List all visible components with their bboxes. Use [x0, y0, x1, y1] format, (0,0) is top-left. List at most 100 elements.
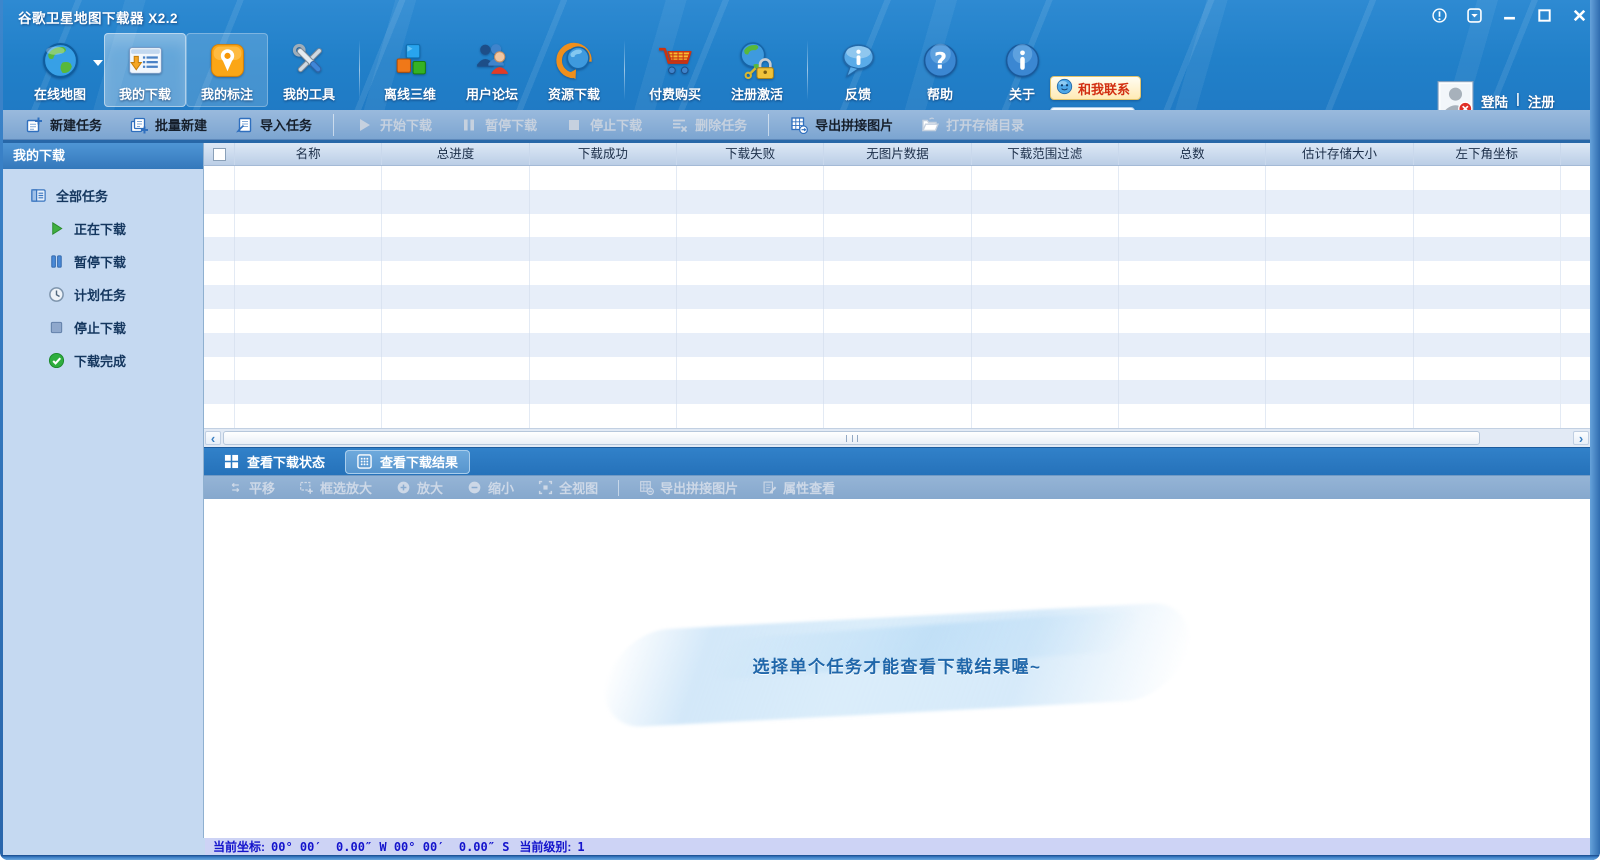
- minimize-button[interactable]: [1498, 6, 1520, 24]
- login-link[interactable]: 登陆: [1481, 91, 1508, 111]
- sidebar-header: 我的下载: [3, 143, 203, 169]
- sidebar-item-downloading[interactable]: 正在下载: [3, 212, 203, 245]
- maximize-button[interactable]: [1533, 6, 1555, 24]
- toolbar-button-my-downloads[interactable]: 我的下载: [104, 33, 186, 107]
- table-cell: [529, 333, 676, 357]
- table-cell: [1413, 380, 1560, 404]
- register-link[interactable]: 注册: [1528, 91, 1555, 111]
- contact-me-label: 和我联系: [1078, 79, 1130, 98]
- scroll-right-arrow-icon[interactable]: ›: [1573, 431, 1589, 445]
- toolbar-button-label: 我的标注: [201, 84, 253, 103]
- table-row[interactable]: [204, 285, 1590, 309]
- toolbar-button-my-tools[interactable]: 我的工具: [268, 33, 350, 107]
- tab-view-download-result[interactable]: 查看下载结果: [345, 450, 470, 474]
- table-cell: [971, 309, 1118, 333]
- close-button[interactable]: [1568, 6, 1590, 24]
- task-button-batch-new[interactable]: 批量新建: [116, 110, 221, 139]
- new-task-icon: [25, 116, 43, 134]
- dropdown-arrow-icon[interactable]: [93, 60, 103, 66]
- table-row[interactable]: [204, 309, 1590, 333]
- task-button-new-task[interactable]: 新建任务: [11, 110, 116, 139]
- horizontal-scrollbar[interactable]: ‹ ›: [204, 428, 1590, 447]
- toolbar-button-register-activate[interactable]: 注册激活: [716, 33, 798, 107]
- tray-button[interactable]: [1463, 6, 1485, 24]
- table-cell: [381, 309, 528, 333]
- table-cell: [1118, 190, 1265, 214]
- toolbar-button-label: 帮助: [927, 84, 953, 103]
- task-button-label: 导入任务: [260, 115, 312, 134]
- table-cell: [1413, 237, 1560, 261]
- tab-view-download-status[interactable]: 查看下载状态: [212, 450, 337, 474]
- sidebar-tree: 全部任务正在下载暂停下载计划任务停止下载下载完成: [3, 169, 203, 377]
- column-header[interactable]: 下载失败: [676, 143, 823, 165]
- table-cell: [823, 214, 970, 238]
- scrollbar-thumb[interactable]: [223, 431, 1480, 445]
- table-cell-end: [1560, 404, 1590, 428]
- column-header[interactable]: 估计存储大小: [1265, 143, 1412, 165]
- toolbar-button-my-annotations[interactable]: 我的标注: [186, 33, 268, 107]
- minimize-icon: [1503, 9, 1516, 22]
- task-button-import-task[interactable]: 导入任务: [221, 110, 326, 139]
- column-header[interactable]: 左下角坐标: [1413, 143, 1560, 165]
- table-cell: [529, 309, 676, 333]
- column-header[interactable]: 名称: [234, 143, 381, 165]
- toolbar-button-online-map[interactable]: 在线地图: [16, 33, 104, 107]
- sidebar-item-paused[interactable]: 暂停下载: [3, 245, 203, 278]
- table-row[interactable]: [204, 214, 1590, 238]
- toolbar-button-offline-3d[interactable]: 离线三维: [369, 33, 451, 107]
- table-cell: [676, 214, 823, 238]
- table-cell: [1413, 357, 1560, 381]
- table-cell: [1413, 309, 1560, 333]
- task-button-label: 停止下载: [590, 115, 642, 134]
- table-row[interactable]: [204, 237, 1590, 261]
- table-cell-checkbox: [204, 333, 234, 357]
- task-button-export-stitched-image[interactable]: 导出拼接图片: [776, 110, 907, 139]
- toolbar-button-help[interactable]: ?帮助: [899, 33, 981, 107]
- sidebar-item-all-tasks[interactable]: 全部任务: [3, 179, 203, 212]
- scheduled-icon: [48, 286, 65, 303]
- table-row[interactable]: [204, 380, 1590, 404]
- toolbar-button-user-forum[interactable]: 用户论坛: [451, 33, 533, 107]
- toolbar-button-label: 关于: [1009, 84, 1035, 103]
- map-tool-full-view: 全视图: [526, 478, 610, 497]
- table-cell: [676, 357, 823, 381]
- sidebar-item-scheduled[interactable]: 计划任务: [3, 278, 203, 311]
- column-header[interactable]: 无图片数据: [823, 143, 970, 165]
- column-header[interactable]: 下载范围过滤: [971, 143, 1118, 165]
- sidebar-item-stopped[interactable]: 停止下载: [3, 311, 203, 344]
- toolbar-separator: [624, 40, 625, 100]
- toolbar-button-label: 资源下载: [548, 84, 600, 103]
- contact-me-button[interactable]: 和我联系: [1050, 76, 1141, 100]
- scroll-left-arrow-icon[interactable]: ‹: [205, 431, 221, 445]
- table-row[interactable]: [204, 333, 1590, 357]
- table-cell-end: [1560, 333, 1590, 357]
- toolbar-button-feedback[interactable]: 反馈: [817, 33, 899, 107]
- sidebar-item-completed[interactable]: 下载完成: [3, 344, 203, 377]
- marker-icon: [208, 38, 247, 82]
- table-row[interactable]: [204, 190, 1590, 214]
- level-label: 当前级别:: [519, 838, 571, 855]
- window-bottom-edge: [0, 855, 1600, 860]
- column-header[interactable]: 总数: [1118, 143, 1265, 165]
- table-cell: [823, 380, 970, 404]
- table-row[interactable]: [204, 261, 1590, 285]
- column-header[interactable]: 总进度: [381, 143, 528, 165]
- toolbar-button-resource-download[interactable]: 资源下载: [533, 33, 615, 107]
- table-cell: [234, 380, 381, 404]
- table-row[interactable]: [204, 357, 1590, 381]
- column-header[interactable]: 下载成功: [529, 143, 676, 165]
- table-cell: [1413, 404, 1560, 428]
- all-tasks-icon: [30, 187, 47, 204]
- table-cell: [823, 357, 970, 381]
- table-row[interactable]: [204, 404, 1590, 428]
- empty-result-message: 选择单个任务才能查看下载结果喔~: [753, 653, 1042, 678]
- box-zoom-icon: [299, 480, 314, 495]
- info-button[interactable]: [1428, 6, 1450, 24]
- select-all-checkbox[interactable]: [213, 148, 226, 161]
- import-task-icon: [235, 116, 253, 134]
- table-cell: [1265, 261, 1412, 285]
- table-cell: [381, 357, 528, 381]
- task-button-label: 打开存储目录: [946, 115, 1024, 134]
- table-row[interactable]: [204, 166, 1590, 190]
- toolbar-button-paid-purchase[interactable]: 付费购买: [634, 33, 716, 107]
